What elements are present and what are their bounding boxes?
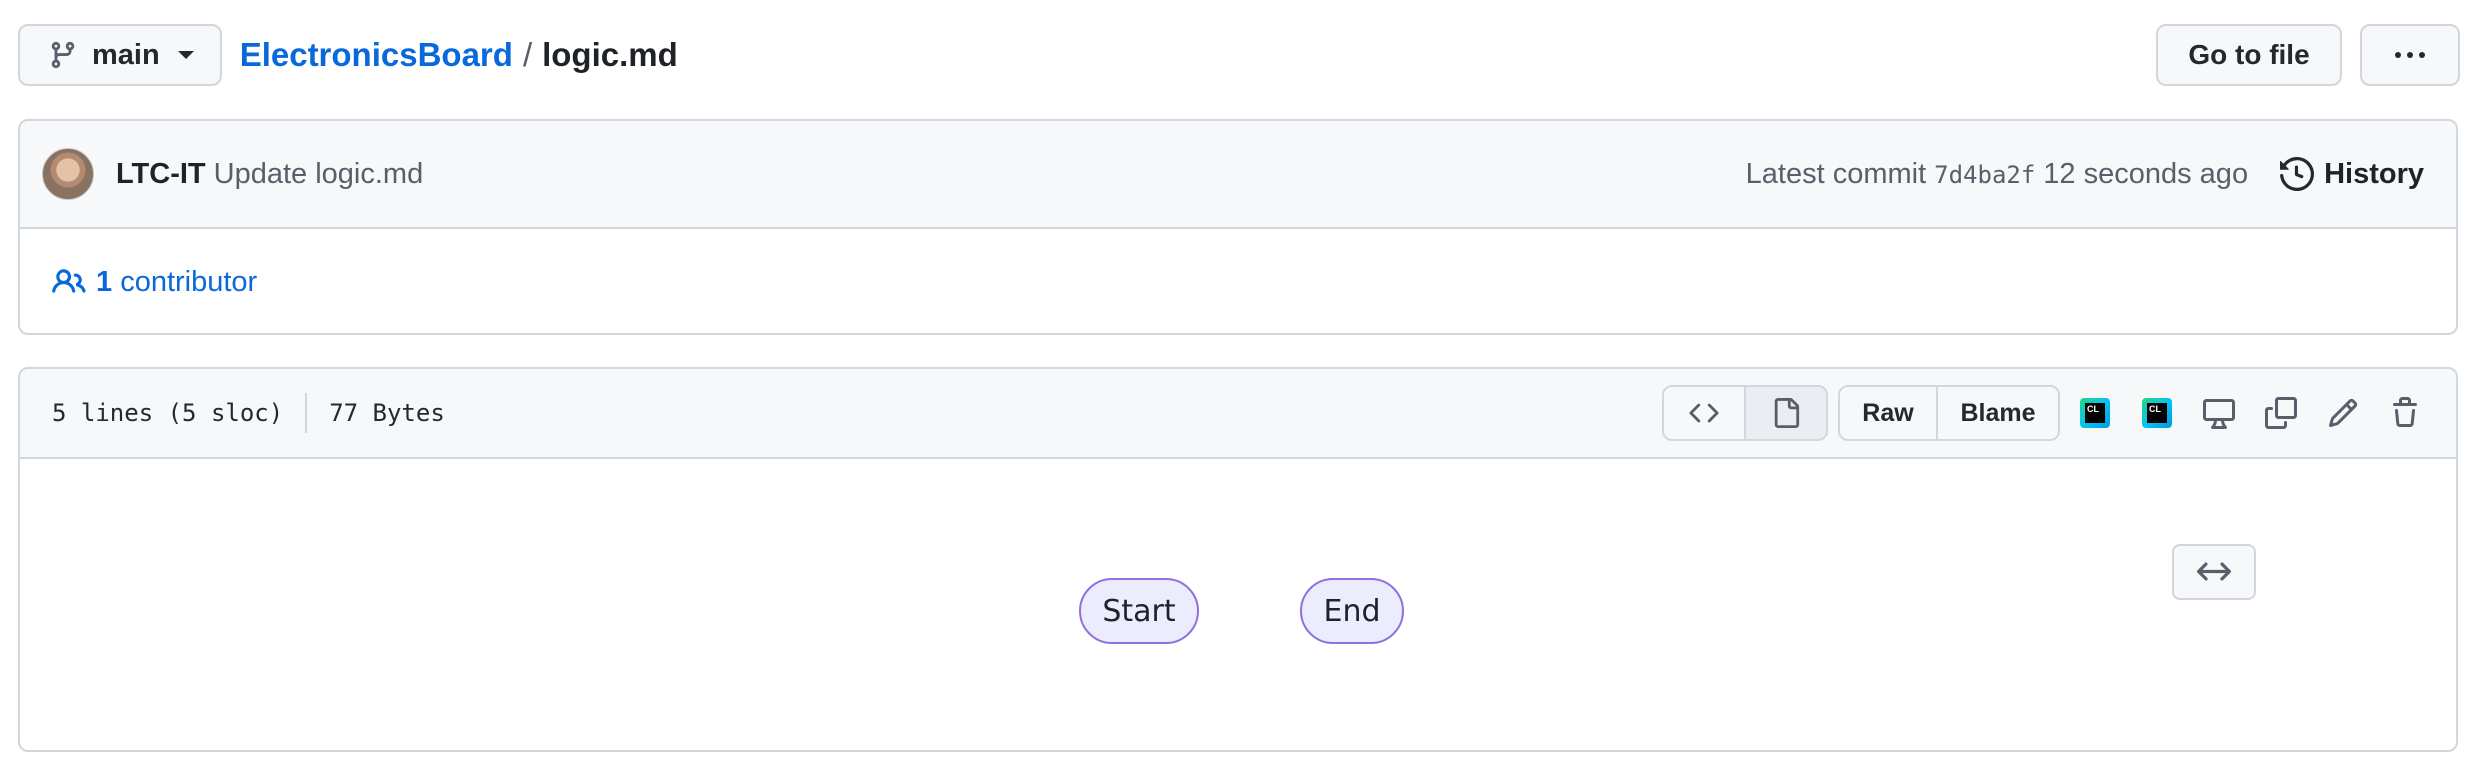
file-line-count: 5 lines (5 sloc) — [52, 399, 284, 427]
commit-row: LTC-IT Update logic.md Latest commit 7d4… — [20, 121, 2456, 229]
source-view-button[interactable] — [1664, 387, 1744, 439]
file-icon — [1774, 398, 1800, 428]
people-icon — [52, 269, 86, 293]
copy-button[interactable] — [2254, 385, 2308, 441]
breadcrumb-file-name: logic.md — [542, 36, 678, 73]
raw-blame-group: Raw Blame — [1838, 385, 2060, 441]
desktop-icon — [2203, 399, 2235, 429]
open-in-clion-alt-button[interactable]: CL — [2130, 385, 2184, 441]
pencil-icon — [2328, 398, 2358, 428]
file-navigation-bar: main ElectronicsBoard / logic.md Go to f… — [18, 23, 2460, 87]
chevron-down-icon — [177, 51, 194, 59]
raw-button[interactable]: Raw — [1840, 387, 1936, 439]
commit-time: 12 seconds ago — [2043, 157, 2249, 190]
file-size: 77 Bytes — [329, 399, 445, 427]
breadcrumb-separator: / — [522, 36, 533, 73]
git-branch-icon — [51, 41, 75, 69]
trash-icon — [2393, 397, 2417, 427]
breadcrumb: ElectronicsBoard / logic.md — [240, 36, 678, 74]
commit-sha-link[interactable]: 7d4ba2f — [1934, 161, 2035, 189]
diagram-node-end: End — [1300, 578, 1404, 644]
edit-button[interactable] — [2316, 385, 2370, 441]
clion-icon: CL — [2142, 398, 2172, 428]
avatar[interactable] — [42, 148, 94, 200]
file-header: 5 lines (5 sloc) 77 Bytes Raw Blame CL C… — [20, 369, 2456, 459]
open-desktop-button[interactable] — [2192, 385, 2246, 441]
divider — [305, 393, 308, 433]
contributors-row: 1 contributor — [20, 229, 2456, 333]
contributor-label: contributor — [120, 265, 258, 298]
commit-author[interactable]: LTC-IT — [116, 158, 206, 191]
blame-button[interactable]: Blame — [1936, 387, 2058, 439]
code-icon — [1689, 403, 1719, 423]
clion-badge-text: CL — [2085, 403, 2105, 423]
contributor-count: 1 — [96, 265, 113, 298]
commit-message[interactable]: Update logic.md — [214, 158, 424, 191]
history-icon — [2280, 157, 2315, 191]
expand-diagram-button[interactable] — [2172, 544, 2256, 600]
file-viewer: 5 lines (5 sloc) 77 Bytes Raw Blame CL C… — [18, 367, 2458, 752]
history-link[interactable]: History — [2280, 157, 2424, 191]
latest-commit-info: Latest commit 7d4ba2f 12 seconds ago — [1746, 158, 2248, 191]
clion-badge-text: CL — [2147, 403, 2167, 423]
copy-icon — [2265, 397, 2297, 429]
kebab-horizontal-icon — [2395, 52, 2425, 58]
latest-commit-label: Latest commit — [1745, 157, 1927, 190]
rendered-view-button[interactable] — [1744, 387, 1826, 439]
rendered-diagram: Start End — [20, 459, 2456, 750]
arrow-both-icon — [2197, 562, 2231, 581]
delete-button[interactable] — [2378, 385, 2432, 441]
open-in-clion-button[interactable]: CL — [2068, 385, 2122, 441]
diagram-node-start: Start — [1079, 578, 1199, 644]
more-options-button[interactable] — [2360, 24, 2460, 86]
breadcrumb-repo-link[interactable]: ElectronicsBoard — [240, 36, 513, 74]
view-mode-toggle — [1662, 385, 1828, 441]
latest-commit-box: LTC-IT Update logic.md Latest commit 7d4… — [18, 119, 2458, 335]
history-label: History — [2324, 157, 2424, 190]
branch-name: main — [92, 38, 160, 71]
contributors-link[interactable]: 1 contributor — [96, 266, 257, 299]
branch-selector-button[interactable]: main — [18, 24, 222, 86]
go-to-file-button[interactable]: Go to file — [2156, 24, 2342, 86]
clion-icon: CL — [2080, 398, 2110, 428]
